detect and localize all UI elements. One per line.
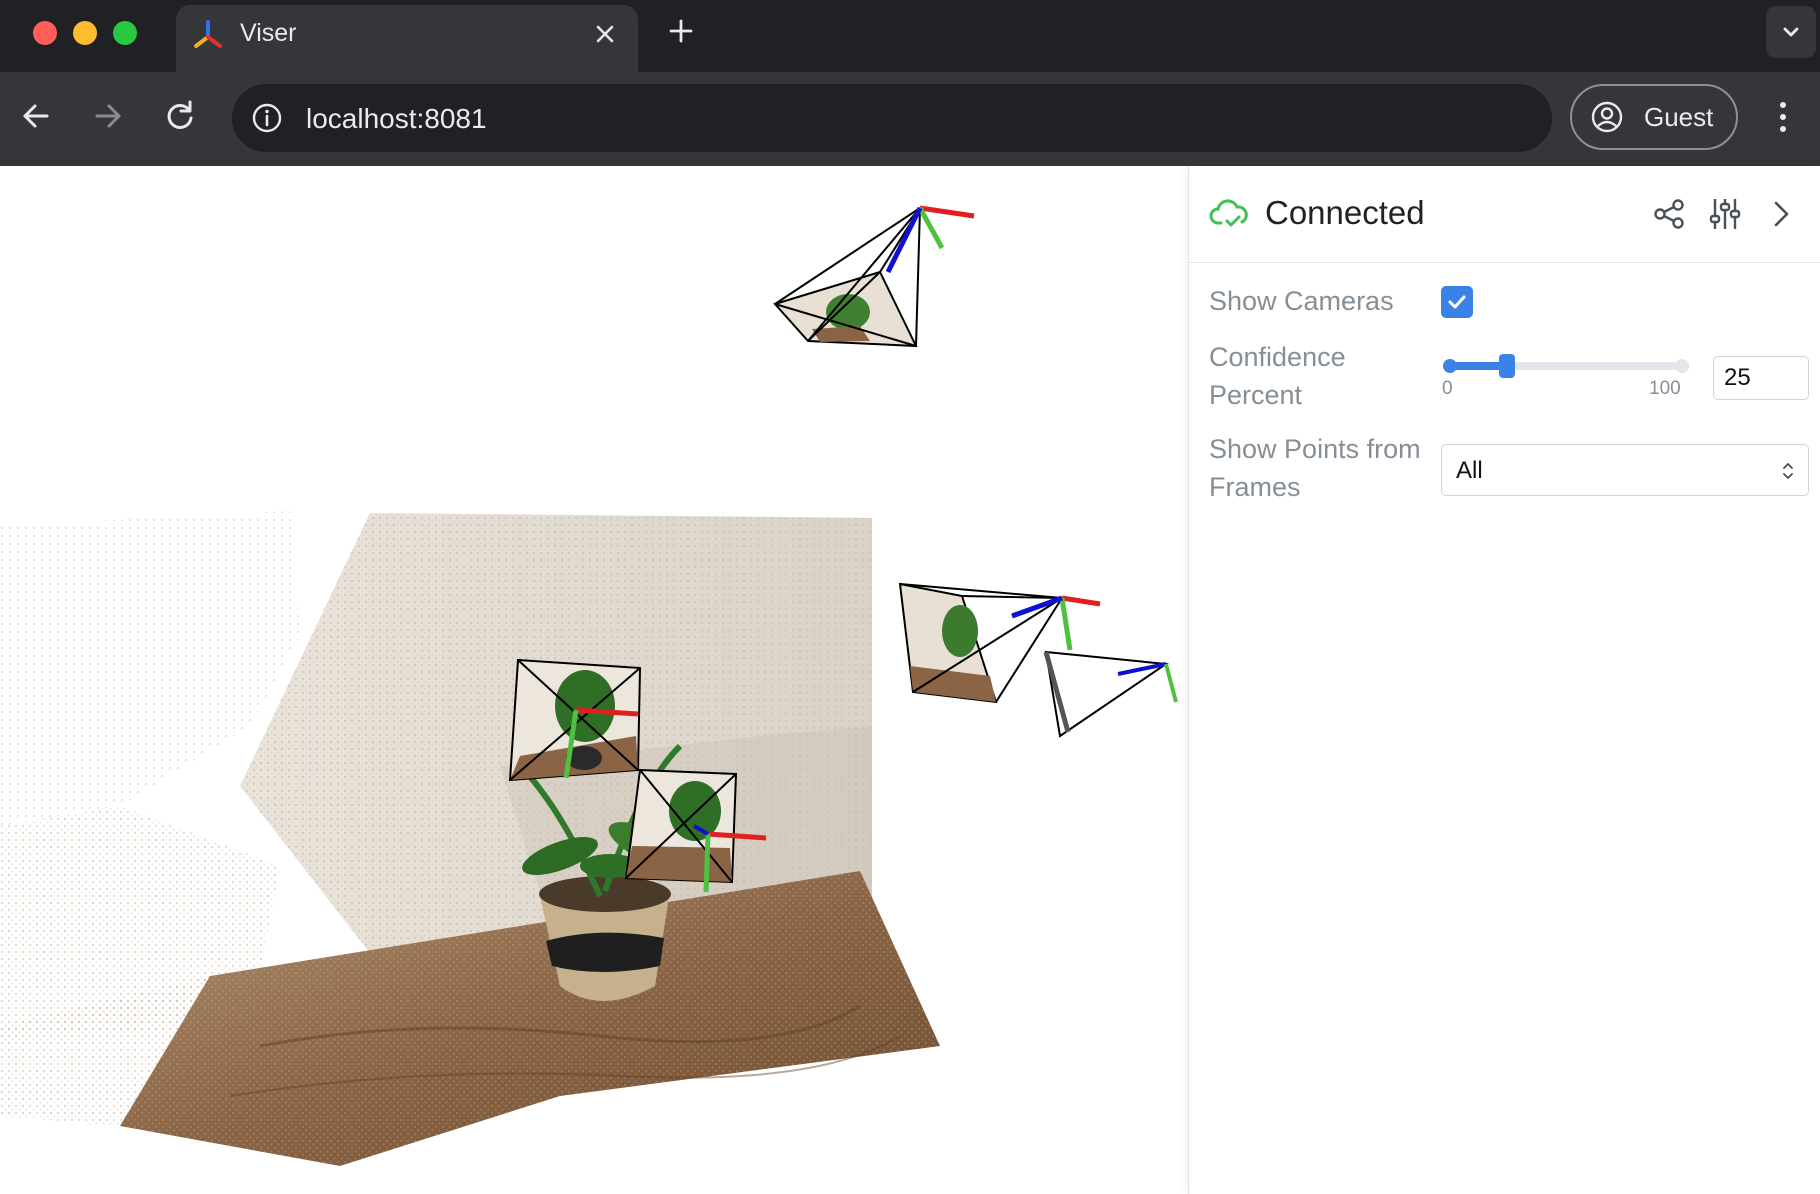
- slider-thumb[interactable]: [1498, 354, 1515, 378]
- site-info-icon[interactable]: [250, 101, 284, 135]
- address-bar[interactable]: localhost:8081: [232, 84, 1552, 152]
- camera-frustum[interactable]: [1043, 650, 1178, 738]
- new-tab-icon[interactable]: [664, 14, 698, 48]
- maximize-window-button[interactable]: [113, 21, 137, 45]
- panel-header: Connected: [1189, 166, 1820, 263]
- frames-select[interactable]: All: [1441, 444, 1809, 496]
- show-points-label-line1: Show Points from: [1209, 434, 1421, 464]
- camera-frustum[interactable]: [508, 658, 642, 782]
- more-options-icon[interactable]: [1768, 94, 1798, 140]
- show-points-label: Show Points from Frames: [1209, 430, 1421, 506]
- cloud-check-icon: [1209, 199, 1248, 227]
- 3d-scene-viewport[interactable]: [0, 166, 1188, 1194]
- reload-icon[interactable]: [158, 94, 202, 138]
- camera-frustum[interactable]: [773, 205, 975, 348]
- confidence-percent-label: Confidence Percent: [1209, 338, 1346, 414]
- url-text: localhost:8081: [306, 103, 487, 134]
- confidence-number-input[interactable]: [1713, 356, 1809, 400]
- slider-min-mark: [1443, 359, 1457, 373]
- checkmark-icon: [1448, 295, 1466, 309]
- close-tab-icon[interactable]: [588, 17, 622, 51]
- profile-avatar-icon: [1591, 101, 1623, 133]
- close-window-button[interactable]: [33, 21, 57, 45]
- viser-favicon-icon: [194, 20, 222, 48]
- slider-max-label: 100: [1649, 378, 1681, 399]
- connection-status: Connected: [1265, 194, 1425, 231]
- show-cameras-label: Show Cameras: [1209, 286, 1394, 316]
- forward-arrow-icon[interactable]: [86, 94, 130, 138]
- minimize-window-button[interactable]: [73, 21, 97, 45]
- back-arrow-icon[interactable]: [14, 94, 58, 138]
- confidence-label-line1: Confidence: [1209, 342, 1346, 372]
- slider-max-mark: [1675, 359, 1689, 373]
- profile-button[interactable]: Guest: [1570, 84, 1738, 150]
- tab-search-button[interactable]: [1766, 6, 1816, 58]
- sliders-icon[interactable]: [1707, 196, 1743, 232]
- camera-frustum[interactable]: [898, 582, 1101, 704]
- profile-label: Guest: [1644, 102, 1714, 132]
- control-panel: Connected Show Cameras Confidence Percen…: [1188, 166, 1820, 1194]
- show-cameras-checkbox[interactable]: [1441, 286, 1473, 318]
- browser-tab-strip: Viser: [0, 0, 1820, 72]
- share-icon[interactable]: [1651, 196, 1687, 232]
- frames-select-value: All: [1456, 457, 1483, 484]
- browser-toolbar: localhost:8081 Guest: [0, 72, 1820, 166]
- browser-tab-viser[interactable]: Viser: [176, 5, 638, 72]
- slider-min-label: 0: [1442, 378, 1453, 399]
- show-points-label-line2: Frames: [1209, 472, 1301, 502]
- chevron-down-icon: [1783, 27, 1799, 37]
- confidence-label-line2: Percent: [1209, 380, 1303, 410]
- chevron-right-icon[interactable]: [1763, 196, 1799, 232]
- select-caret-icon: [1783, 463, 1793, 479]
- confidence-slider[interactable]: [1443, 354, 1689, 378]
- point-cloud-scene: [0, 205, 1178, 1166]
- tab-title: Viser: [240, 19, 297, 47]
